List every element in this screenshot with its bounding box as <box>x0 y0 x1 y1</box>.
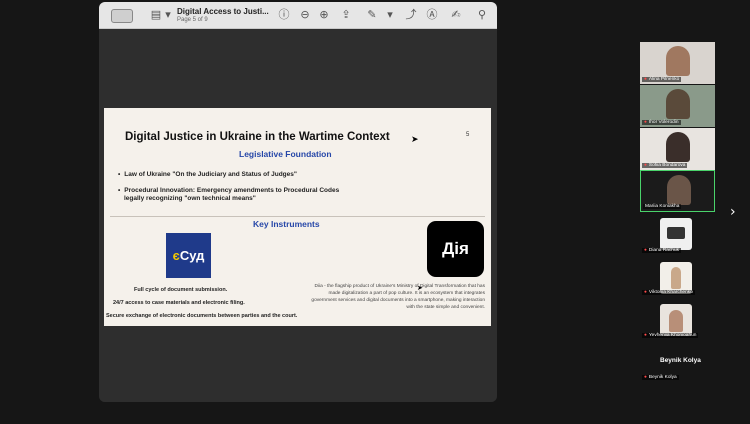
zoom-out-icon[interactable]: ⊖ <box>298 8 312 22</box>
participant-video <box>667 175 691 205</box>
zoom-in-icon[interactable]: ⊕ <box>317 8 331 22</box>
annotate-icon[interactable]: Ⓐ <box>425 8 439 22</box>
participant-name-only-tile[interactable]: Beynik Kolya <box>660 357 701 364</box>
chevron-right-icon[interactable]: › <box>730 204 736 220</box>
participant-name: ● Yevheniia Khonioahun <box>642 333 699 338</box>
mic-muted-icon: ● <box>644 77 647 82</box>
participant-video <box>666 132 690 162</box>
participant-tile-1[interactable]: ● Alina Pilnenko <box>640 42 715 84</box>
pdf-viewer-window: ▤ ▾ Digital Access to Justi... Page 5 of… <box>99 2 497 402</box>
laptop-icon <box>667 227 685 239</box>
page-indicator: Page 5 of 9 <box>177 17 208 23</box>
participant-name: Mariia Koniakha <box>643 204 682 209</box>
mic-muted-icon: ● <box>644 333 647 338</box>
participant-tile-3[interactable]: ● Sofiia Bondarova <box>640 128 715 170</box>
document-canvas[interactable]: Digital Justice in Ukraine in the Wartim… <box>99 29 497 402</box>
share-icon[interactable]: ⇪ <box>339 8 353 22</box>
chevron-down-icon[interactable]: ▾ <box>161 8 175 22</box>
participant-name: ● Ihor Volerodin <box>642 120 681 125</box>
slide-number: 5 <box>466 132 470 138</box>
info-icon[interactable]: ⓘ <box>277 8 291 22</box>
esud-logo: є Суд <box>166 233 211 278</box>
search-icon[interactable]: ⚲ <box>475 8 489 22</box>
avatar-figure <box>671 267 681 289</box>
slide-page: Digital Justice in Ukraine in the Wartim… <box>104 108 491 326</box>
esud-logo-prefix: є <box>172 248 180 263</box>
cursor-icon: ➤ <box>411 134 419 144</box>
mic-muted-icon: ● <box>644 120 647 125</box>
participant-name: ● Sofiia Bondarova <box>642 163 688 168</box>
participant-video <box>666 89 690 119</box>
sidebar-toggle-button[interactable] <box>111 9 133 23</box>
diia-logo: Дія <box>427 221 484 277</box>
bullet-procedural-cont: legally recognizing "own technical means… <box>124 195 256 202</box>
esud-feature-1: Full cycle of document submission. <box>134 287 228 293</box>
document-title: Digital Access to Justi... <box>177 7 269 16</box>
bullet-law: Law of Ukraine "On the Judiciary and Sta… <box>118 170 297 179</box>
participant-tile-2[interactable]: ● Ihor Volerodin <box>640 85 715 127</box>
bullet-procedural: Procedural Innovation: Emergency amendme… <box>118 186 339 195</box>
esud-logo-rest: Суд <box>179 248 205 263</box>
signature-icon[interactable]: ✍ <box>449 8 463 22</box>
participant-name: ● Diana Rachuk <box>642 248 682 253</box>
mic-muted-icon: ● <box>644 375 647 380</box>
section-divider <box>110 216 485 217</box>
mic-muted-icon: ● <box>644 290 647 295</box>
rotate-icon[interactable]: ⤴ <box>404 8 418 22</box>
mic-muted-icon: ● <box>644 248 647 253</box>
markup-pen-icon[interactable]: ✎ <box>365 8 379 22</box>
esud-feature-2: 24/7 access to case materials and electr… <box>113 300 245 306</box>
participant-name: ● Beynik Kolya <box>642 375 679 380</box>
diia-description: Diia - the flagship product of Ukraine's… <box>311 284 485 310</box>
viewer-toolbar: ▤ ▾ Digital Access to Justi... Page 5 of… <box>99 2 497 29</box>
cursor-icon: ➤ <box>417 285 423 292</box>
participant-name: ● Viktoriia Kharchenko <box>642 290 695 295</box>
legislative-heading: Legislative Foundation <box>239 149 332 159</box>
slide-title: Digital Justice in Ukraine in the Wartim… <box>125 131 390 143</box>
esud-feature-3: Secure exchange of electronic documents … <box>106 313 298 319</box>
instruments-heading: Key Instruments <box>253 219 320 229</box>
participant-tile-4-active-speaker[interactable]: Mariia Koniakha <box>640 170 715 212</box>
mic-muted-icon: ● <box>644 163 647 168</box>
avatar-figure <box>669 310 683 332</box>
participant-avatar-7[interactable] <box>660 304 692 336</box>
chevron-down-icon[interactable]: ▾ <box>383 8 397 22</box>
participant-name: ● Alina Pilnenko <box>642 77 682 82</box>
participant-avatar-5[interactable] <box>660 218 692 250</box>
participant-video <box>666 46 690 76</box>
